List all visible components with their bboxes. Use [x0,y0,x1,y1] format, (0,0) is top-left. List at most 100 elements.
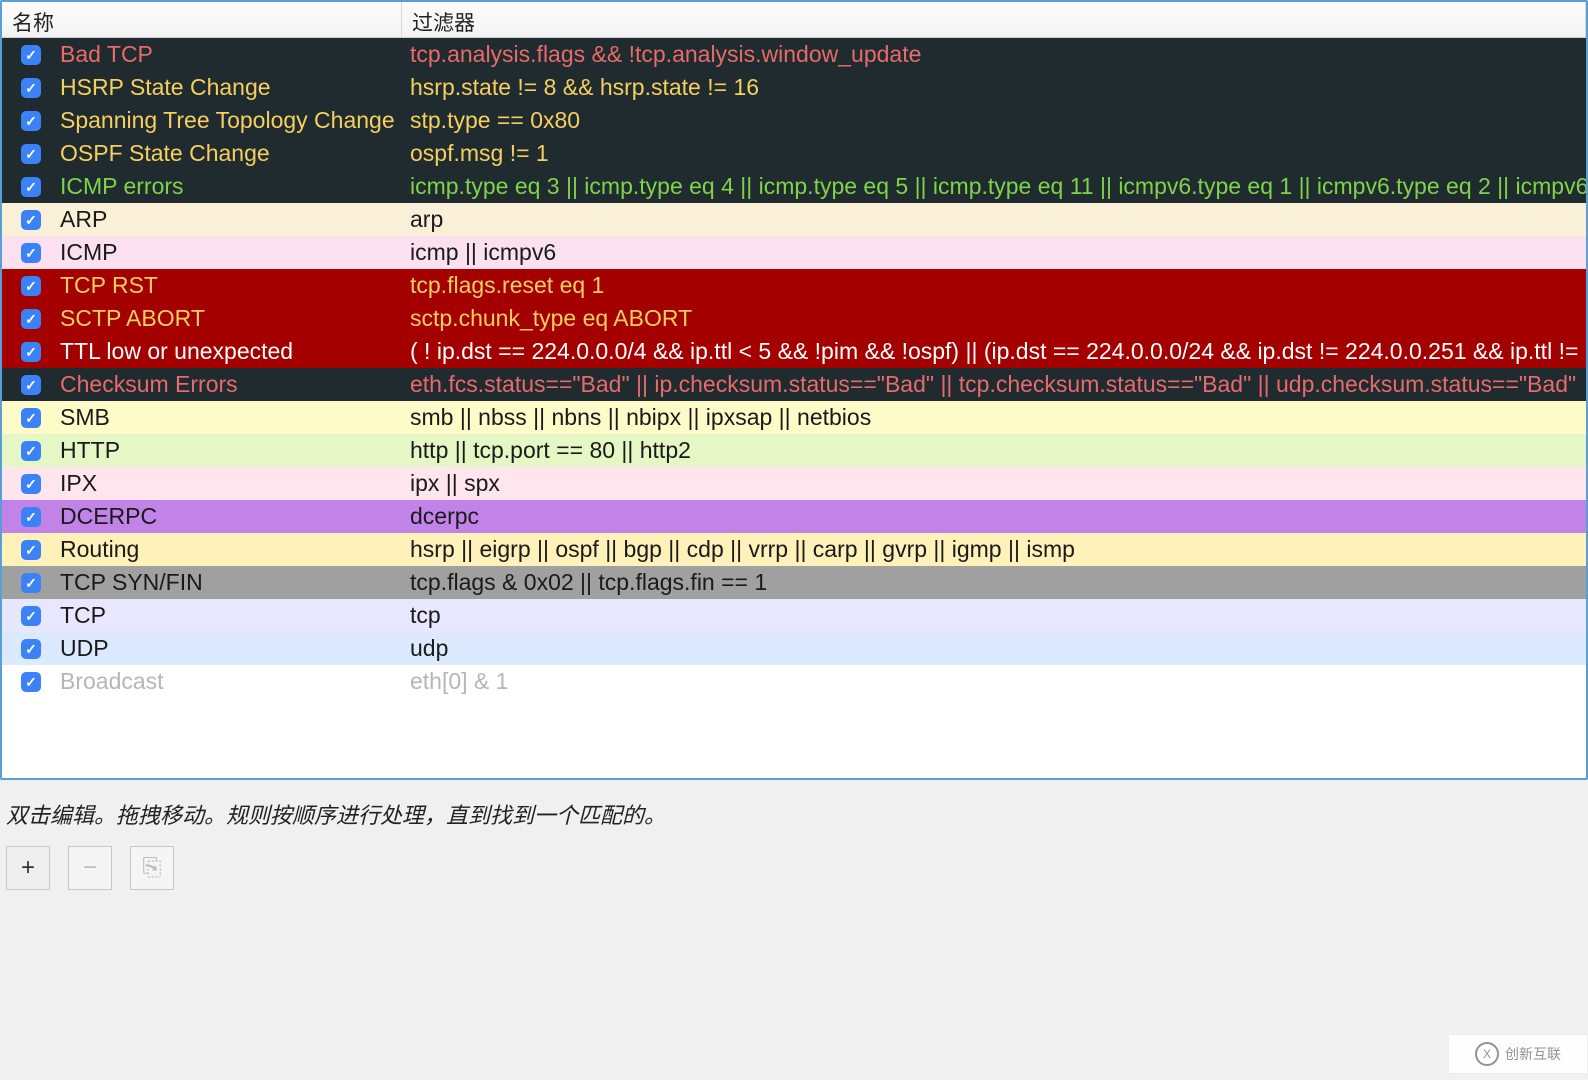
table-row[interactable]: UDPudp [2,632,1586,665]
table-row[interactable]: TTL low or unexpected( ! ip.dst == 224.0… [2,335,1586,368]
checkbox[interactable] [21,672,41,692]
row-name[interactable]: TTL low or unexpected [60,338,402,365]
row-filter[interactable]: tcp.flags.reset eq 1 [402,272,1586,299]
row-filter[interactable]: ipx || spx [402,470,1586,497]
table-row[interactable]: TCP SYN/FINtcp.flags & 0x02 || tcp.flags… [2,566,1586,599]
row-name[interactable]: OSPF State Change [60,140,402,167]
row-filter[interactable]: tcp.analysis.flags && !tcp.analysis.wind… [402,41,1586,68]
row-name[interactable]: TCP [60,602,402,629]
row-checkbox-cell [2,45,60,65]
remove-button[interactable]: − [68,846,112,890]
toolbar: + − ⎘ [0,840,1588,896]
checkbox[interactable] [21,507,41,527]
table-row[interactable]: ICMP errorsicmp.type eq 3 || icmp.type e… [2,170,1586,203]
row-filter[interactable]: tcp [402,602,1586,629]
table-row[interactable]: HSRP State Changehsrp.state != 8 && hsrp… [2,71,1586,104]
table-row[interactable]: DCERPCdcerpc [2,500,1586,533]
row-filter[interactable]: eth.fcs.status=="Bad" || ip.checksum.sta… [402,371,1586,398]
row-filter[interactable]: arp [402,206,1586,233]
row-checkbox-cell [2,474,60,494]
checkbox[interactable] [21,573,41,593]
checkbox[interactable] [21,375,41,395]
row-name[interactable]: DCERPC [60,503,402,530]
row-filter[interactable]: http || tcp.port == 80 || http2 [402,437,1586,464]
copy-button[interactable]: ⎘ [130,846,174,890]
checkbox[interactable] [21,78,41,98]
checkbox[interactable] [21,639,41,659]
table-row[interactable]: ICMPicmp || icmpv6 [2,236,1586,269]
row-filter[interactable]: smb || nbss || nbns || nbipx || ipxsap |… [402,404,1586,431]
row-filter[interactable]: eth[0] & 1 [402,668,1586,695]
row-name[interactable]: TCP RST [60,272,402,299]
row-name[interactable]: SMB [60,404,402,431]
row-name[interactable]: ARP [60,206,402,233]
row-name[interactable]: HTTP [60,437,402,464]
row-name[interactable]: HSRP State Change [60,74,402,101]
checkbox[interactable] [21,540,41,560]
row-filter[interactable]: stp.type == 0x80 [402,107,1586,134]
table-row[interactable]: SMBsmb || nbss || nbns || nbipx || ipxsa… [2,401,1586,434]
table-row[interactable]: Bad TCPtcp.analysis.flags && !tcp.analys… [2,38,1586,71]
checkbox[interactable] [21,210,41,230]
watermark: X 创新互联 [1448,1034,1588,1074]
table-row[interactable]: Checksum Errorseth.fcs.status=="Bad" || … [2,368,1586,401]
row-filter[interactable]: ( ! ip.dst == 224.0.0.0/4 && ip.ttl < 5 … [402,338,1586,365]
watermark-logo-icon: X [1475,1042,1499,1066]
row-filter[interactable]: sctp.chunk_type eq ABORT [402,305,1586,332]
checkbox[interactable] [21,309,41,329]
table-row[interactable]: Routinghsrp || eigrp || ospf || bgp || c… [2,533,1586,566]
row-filter[interactable]: tcp.flags & 0x02 || tcp.flags.fin == 1 [402,569,1586,596]
table-row[interactable]: HTTPhttp || tcp.port == 80 || http2 [2,434,1586,467]
row-filter[interactable]: icmp.type eq 3 || icmp.type eq 4 || icmp… [402,173,1586,200]
row-filter[interactable]: hsrp.state != 8 && hsrp.state != 16 [402,74,1586,101]
row-name[interactable]: Routing [60,536,402,563]
row-name[interactable]: UDP [60,635,402,662]
row-checkbox-cell [2,606,60,626]
checkbox[interactable] [21,342,41,362]
row-name[interactable]: Bad TCP [60,41,402,68]
header-name[interactable]: 名称 [2,2,402,37]
row-checkbox-cell [2,309,60,329]
table-row[interactable]: TCP RSTtcp.flags.reset eq 1 [2,269,1586,302]
checkbox[interactable] [21,177,41,197]
row-name[interactable]: ICMP errors [60,173,402,200]
row-checkbox-cell [2,507,60,527]
row-name[interactable]: SCTP ABORT [60,305,402,332]
row-filter[interactable]: ospf.msg != 1 [402,140,1586,167]
add-button[interactable]: + [6,846,50,890]
row-name[interactable]: Spanning Tree Topology Change [60,107,402,134]
table-row[interactable]: OSPF State Changeospf.msg != 1 [2,137,1586,170]
table-row[interactable]: TCPtcp [2,599,1586,632]
checkbox[interactable] [21,276,41,296]
checkbox[interactable] [21,606,41,626]
checkbox[interactable] [21,45,41,65]
row-checkbox-cell [2,111,60,131]
coloring-rules-panel: 名称 过滤器 Bad TCPtcp.analysis.flags && !tcp… [0,0,1588,780]
table-row[interactable]: Spanning Tree Topology Changestp.type ==… [2,104,1586,137]
row-checkbox-cell [2,540,60,560]
checkbox[interactable] [21,408,41,428]
checkbox[interactable] [21,441,41,461]
checkbox[interactable] [21,111,41,131]
table-row[interactable]: ARParp [2,203,1586,236]
watermark-text: 创新互联 [1505,1044,1561,1064]
checkbox[interactable] [21,243,41,263]
hint-text: 双击编辑。拖拽移动。规则按顺序进行处理，直到找到一个匹配的。 [0,780,1588,840]
row-filter[interactable]: udp [402,635,1586,662]
table-row[interactable]: Broadcasteth[0] & 1 [2,665,1586,698]
row-name[interactable]: Broadcast [60,668,402,695]
row-name[interactable]: Checksum Errors [60,371,402,398]
checkbox[interactable] [21,474,41,494]
row-checkbox-cell [2,639,60,659]
header-filter[interactable]: 过滤器 [402,2,1586,37]
table-row[interactable]: IPXipx || spx [2,467,1586,500]
checkbox[interactable] [21,144,41,164]
row-checkbox-cell [2,342,60,362]
row-name[interactable]: TCP SYN/FIN [60,569,402,596]
row-name[interactable]: ICMP [60,239,402,266]
row-filter[interactable]: dcerpc [402,503,1586,530]
table-row[interactable]: SCTP ABORTsctp.chunk_type eq ABORT [2,302,1586,335]
row-filter[interactable]: icmp || icmpv6 [402,239,1586,266]
row-filter[interactable]: hsrp || eigrp || ospf || bgp || cdp || v… [402,536,1586,563]
row-name[interactable]: IPX [60,470,402,497]
